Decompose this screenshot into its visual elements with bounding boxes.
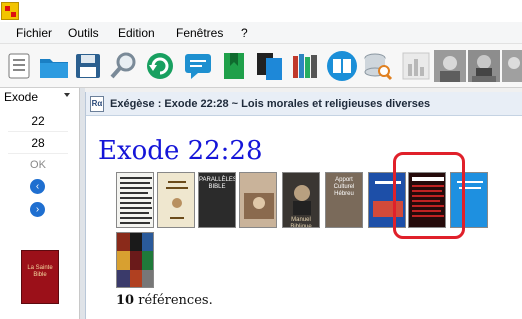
book-select-value: Exode (4, 90, 39, 104)
references-label: références. (134, 293, 213, 308)
passage-heading: Exode 22:28 (98, 136, 263, 166)
book-cover-thumbnail[interactable] (157, 172, 195, 228)
sync-icon[interactable] (144, 50, 176, 82)
book-cover-title: Manuel Biblique (290, 217, 312, 228)
navigator-panel: Exode 22 28 OK ‹ › La Sainte Bible (0, 88, 80, 319)
highlight-annotation (393, 152, 465, 239)
book-select[interactable]: Exode (0, 88, 78, 106)
menu-fenetres[interactable]: Fenêtres (176, 26, 223, 40)
book-cover-title: PARALLÈLES BIBLE (199, 177, 236, 190)
book-cover-thumbnail[interactable] (116, 232, 154, 288)
book-cover-thumbnail[interactable] (116, 172, 154, 228)
app-logo-icon[interactable] (1, 2, 19, 20)
chevron-down-icon[interactable] (64, 93, 70, 97)
previous-button[interactable]: ‹ (30, 179, 45, 194)
bookmark-icon[interactable] (218, 50, 250, 82)
chat-icon[interactable] (182, 50, 214, 82)
title-bar (0, 0, 522, 22)
notes-icon[interactable] (4, 50, 36, 82)
bible-cover-image[interactable]: La Sainte Bible (21, 250, 59, 304)
library-icon[interactable] (290, 50, 322, 82)
database-search-icon[interactable] (362, 50, 394, 82)
document-icon: Rα (90, 96, 104, 112)
portrait-icon[interactable] (502, 50, 522, 82)
menu-fichier[interactable]: Fichier (16, 26, 52, 40)
copy-icon[interactable] (254, 50, 286, 82)
menu-edition[interactable]: Edition (118, 26, 155, 40)
window-title: Exégèse : Exode 22:28 ~ Lois morales et … (110, 98, 431, 110)
references-number: 10 (116, 293, 135, 308)
book-cover-thumbnail[interactable] (239, 172, 277, 228)
portrait-icon[interactable] (434, 50, 466, 82)
references-count: 10 références. (116, 293, 213, 308)
verse-field[interactable]: 28 (8, 132, 68, 154)
folder-icon[interactable] (38, 50, 70, 82)
window-titlebar: Rα Exégèse : Exode 22:28 ~ Lois morales … (86, 92, 522, 116)
book-cover-title: Apport Culturel Hébreu (333, 177, 355, 197)
menu-bar: Fichier Outils Edition Fenêtres ? (0, 22, 522, 44)
menu-outils[interactable]: Outils (68, 26, 99, 40)
save-icon[interactable] (72, 50, 104, 82)
next-button[interactable]: › (30, 202, 45, 217)
chart-icon[interactable] (400, 50, 432, 82)
portrait-icon[interactable] (468, 50, 500, 82)
book-cover-thumbnail[interactable]: Apport Culturel Hébreu (325, 172, 363, 228)
book-cover-thumbnail[interactable]: Manuel Biblique (282, 172, 320, 228)
search-icon[interactable] (108, 50, 140, 82)
open-book-icon[interactable] (326, 50, 358, 82)
toolbar (0, 44, 522, 88)
book-cover-thumbnail[interactable]: PARALLÈLES BIBLE (198, 172, 236, 228)
ok-button[interactable]: OK (8, 159, 68, 171)
menu-help[interactable]: ? (241, 26, 248, 40)
chapter-field[interactable]: 22 (8, 110, 68, 132)
